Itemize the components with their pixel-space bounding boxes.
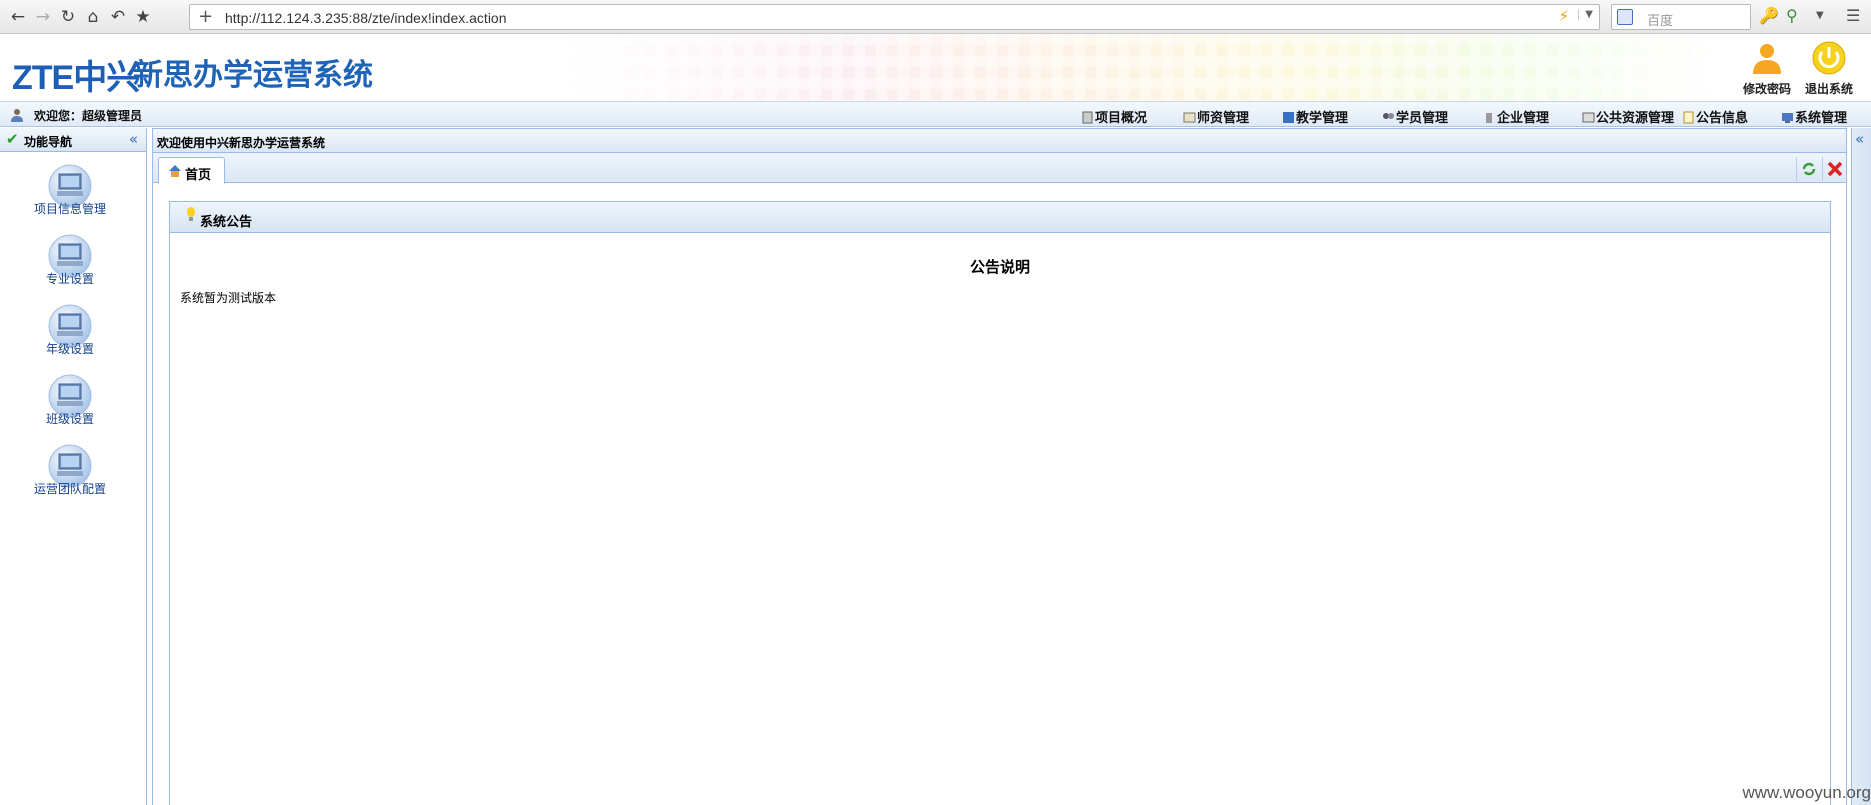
menu-item-enterprise-management[interactable]: 企业管理 xyxy=(1483,107,1549,126)
left-nav-item[interactable]: 年级设置 xyxy=(0,304,140,365)
notice-icon xyxy=(1683,111,1694,124)
lightning-icon[interactable]: ⚡ xyxy=(1558,7,1569,25)
left-nav-header: ✔ 功能导航 « xyxy=(0,128,146,152)
menu-icon[interactable]: ☰ xyxy=(1846,6,1860,25)
forward-icon[interactable]: → xyxy=(31,5,55,29)
power-icon xyxy=(1812,41,1846,75)
chevron-down-icon[interactable]: ▼ xyxy=(1578,9,1593,20)
menu-item-student-management[interactable]: 学员管理 xyxy=(1382,107,1448,126)
left-nav-item-label: 专业设置 xyxy=(45,272,94,286)
left-nav-item[interactable]: 运营团队配置 xyxy=(0,444,140,505)
expand-right-icon[interactable]: « xyxy=(1855,130,1864,148)
left-nav-item-label: 年级设置 xyxy=(45,342,94,356)
user-search-icon[interactable]: ⚲ xyxy=(1786,6,1798,25)
left-nav-item-label: 班级设置 xyxy=(45,412,94,426)
menu-item-system-management[interactable]: 系统管理 xyxy=(1781,107,1847,126)
reload-icon[interactable]: ↻ xyxy=(56,5,80,29)
user-key-icon xyxy=(1753,44,1781,74)
chevron-down-icon[interactable]: ▼ xyxy=(1816,10,1824,21)
menu-item-notice-info[interactable]: 公告信息 xyxy=(1682,107,1748,126)
left-nav-item[interactable]: 项目信息管理 xyxy=(0,164,140,225)
refresh-button[interactable] xyxy=(1796,157,1820,181)
system-title: 新思办学运营系统 xyxy=(133,58,373,93)
main-header: 欢迎使用中兴新思办学运营系统 xyxy=(153,129,1846,153)
notice-header: 系统公告 xyxy=(170,202,1830,233)
notice-body: 系统暂为测试版本 xyxy=(180,291,277,305)
user-icon xyxy=(11,109,23,122)
lightbulb-icon xyxy=(187,207,195,221)
search-engine-icon[interactable] xyxy=(1617,9,1633,25)
home-icon xyxy=(169,165,181,177)
enterprise-icon xyxy=(1486,113,1492,123)
resource-icon xyxy=(1582,112,1595,123)
logout-button[interactable]: 退出系统 xyxy=(1800,40,1858,97)
back-icon[interactable]: ← xyxy=(6,5,30,29)
zte-logo: ZTE中兴 xyxy=(12,59,140,97)
refresh-icon xyxy=(1802,162,1816,176)
teacher-icon xyxy=(1183,112,1196,123)
system-icon xyxy=(1782,113,1793,123)
logout-label: 退出系统 xyxy=(1804,82,1853,96)
teaching-icon xyxy=(1283,112,1294,123)
watermark: www.wooyun.org xyxy=(1742,783,1871,802)
url-text[interactable]: http://112.124.3.235:88/zte/index!index.… xyxy=(225,10,507,26)
top-menu-bar: 欢迎您：超级管理员 项目概况 师资管理 教学管理 学员管理 企业管理 公共资源管… xyxy=(0,101,1871,127)
left-nav-title: 功能导航 xyxy=(24,135,73,149)
main-panel: 欢迎使用中兴新思办学运营系统 首页 系统公告 公告说明 系统暂为测试版本 xyxy=(152,128,1847,805)
tab-strip: 首页 xyxy=(153,153,1846,184)
welcome-label: 欢迎您：超级管理员 xyxy=(34,109,143,123)
change-password-button[interactable]: 修改密码 xyxy=(1738,40,1796,97)
banner-pattern xyxy=(480,34,1740,101)
system-notice-panel: 系统公告 公告说明 系统暂为测试版本 xyxy=(169,201,1831,805)
left-nav-item[interactable]: 专业设置 xyxy=(0,234,140,295)
tab-home[interactable]: 首页 xyxy=(158,157,225,184)
app-header: ZTE中兴 新思办学运营系统 修改密码 退出系统 xyxy=(0,34,1871,101)
menu-item-teaching-management[interactable]: 教学管理 xyxy=(1282,107,1348,126)
left-nav-item-label: 项目信息管理 xyxy=(33,202,106,216)
left-nav-item[interactable]: 班级设置 xyxy=(0,374,140,435)
left-nav-panel: ✔ 功能导航 « 项目信息管理 专业设置年级设置班级设置运营团队配置 xyxy=(0,128,147,805)
search-placeholder: 百度 xyxy=(1647,14,1674,29)
right-collapsed-panel: « xyxy=(1851,128,1871,805)
collapse-left-icon[interactable]: « xyxy=(129,130,138,148)
menu-item-teacher-management[interactable]: 师资管理 xyxy=(1183,107,1249,126)
undo-icon[interactable]: ↶ xyxy=(106,5,130,29)
address-bar[interactable]: + http://112.124.3.235:88/zte/index!inde… xyxy=(189,4,1600,30)
browser-toolbar: ← → ↻ ⌂ ↶ ★ + http://112.124.3.235:88/zt… xyxy=(0,0,1871,34)
students-icon xyxy=(1383,113,1394,119)
check-icon: ✔ xyxy=(6,130,19,148)
new-tab-icon[interactable]: + xyxy=(198,6,213,28)
notice-title: 公告说明 xyxy=(969,258,1030,276)
home-icon[interactable]: ⌂ xyxy=(81,5,105,29)
close-icon xyxy=(1827,161,1843,177)
star-icon[interactable]: ★ xyxy=(131,5,155,29)
close-tab-button[interactable] xyxy=(1822,157,1846,181)
menu-item-public-resource-management[interactable]: 公共资源管理 xyxy=(1582,107,1674,126)
welcome-text: 欢迎您：超级管理员 xyxy=(10,107,142,124)
search-input[interactable]: 百度 xyxy=(1611,4,1751,30)
notice-header-title: 系统公告 xyxy=(200,215,253,230)
project-icon xyxy=(1082,111,1093,124)
change-password-label: 修改密码 xyxy=(1742,82,1791,96)
left-nav-item-label: 运营团队配置 xyxy=(33,482,106,496)
menu-item-project-overview[interactable]: 项目概况 xyxy=(1081,107,1147,126)
key-icon[interactable]: 🔑 xyxy=(1759,6,1779,25)
tab-home-label: 首页 xyxy=(185,168,212,183)
main-title: 欢迎使用中兴新思办学运营系统 xyxy=(157,136,326,150)
